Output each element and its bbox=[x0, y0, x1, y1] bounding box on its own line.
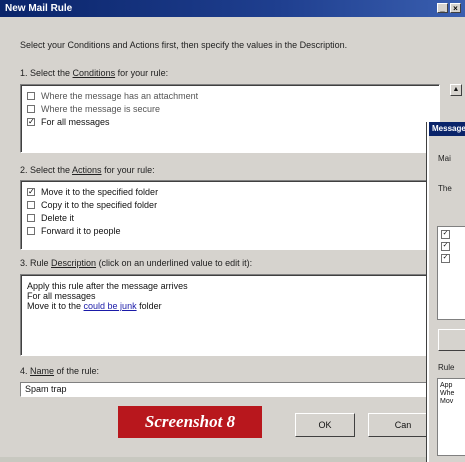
condition-checkbox[interactable] bbox=[27, 91, 35, 100]
folder-link[interactable]: could be junk bbox=[84, 301, 137, 311]
description-line: For all messages bbox=[27, 291, 96, 301]
message-rules-window: Message Mai The ✓ ✓ ✓ Rule App Whe Mov bbox=[427, 122, 465, 462]
new-mail-rule-window: New Mail Rule _ × Select your Conditions… bbox=[0, 0, 465, 457]
action-item-delete[interactable]: Delete it bbox=[21, 211, 439, 224]
action-item-copy[interactable]: Copy it to the specified folder bbox=[21, 198, 439, 211]
second-window-text: The bbox=[438, 184, 452, 193]
second-window-description: App Whe Mov bbox=[437, 378, 465, 456]
condition-checkbox-checked[interactable]: ✓ bbox=[27, 117, 35, 126]
second-window-rule-label: Rule bbox=[438, 363, 455, 372]
window-title: New Mail Rule bbox=[5, 3, 73, 14]
rule-description-box: Apply this rule after the message arrive… bbox=[20, 274, 440, 356]
conditions-list[interactable]: Where the message has an attachment Wher… bbox=[20, 84, 440, 153]
rule-checkbox-checked[interactable]: ✓ bbox=[441, 230, 450, 239]
rule-name-input[interactable]: Spam trap bbox=[20, 382, 440, 397]
description-line: Apply this rule after the message arrive… bbox=[27, 281, 188, 291]
condition-item-all-messages[interactable]: ✓ For all messages bbox=[21, 115, 439, 128]
minimize-button[interactable]: _ bbox=[437, 3, 448, 13]
condition-item-secure[interactable]: Where the message is secure bbox=[21, 102, 439, 115]
title-bar: New Mail Rule _ × bbox=[0, 0, 465, 17]
action-checkbox[interactable] bbox=[27, 200, 35, 209]
action-item-forward[interactable]: Forward it to people bbox=[21, 224, 439, 237]
second-window-text: Mai bbox=[438, 154, 451, 163]
second-window-title: Message bbox=[429, 122, 465, 136]
condition-checkbox[interactable] bbox=[27, 104, 35, 113]
second-window-rule-list[interactable]: ✓ ✓ ✓ bbox=[437, 226, 465, 320]
action-checkbox[interactable] bbox=[27, 226, 35, 235]
description-label: 3. Rule Description (click on an underli… bbox=[20, 258, 253, 268]
close-button[interactable]: × bbox=[450, 3, 461, 13]
action-checkbox[interactable] bbox=[27, 213, 35, 222]
condition-item-attachment[interactable]: Where the message has an attachment bbox=[21, 89, 439, 102]
second-window-button[interactable] bbox=[438, 329, 465, 351]
rule-name-label: 4. Name of the rule: bbox=[20, 366, 100, 376]
screenshot-badge: Screenshot 8 bbox=[118, 406, 262, 438]
rule-checkbox-checked[interactable]: ✓ bbox=[441, 254, 450, 263]
description-line: Move it to the could be junk folder bbox=[27, 301, 162, 311]
conditions-label: 1. Select the Conditions for your rule: bbox=[20, 68, 169, 78]
action-checkbox-checked[interactable]: ✓ bbox=[27, 187, 35, 196]
rule-checkbox-checked[interactable]: ✓ bbox=[441, 242, 450, 251]
action-item-move[interactable]: ✓ Move it to the specified folder bbox=[21, 185, 439, 198]
intro-text: Select your Conditions and Actions first… bbox=[20, 40, 348, 50]
ok-button[interactable]: OK bbox=[295, 413, 355, 437]
actions-list[interactable]: ✓ Move it to the specified folder Copy i… bbox=[20, 180, 440, 250]
actions-label: 2. Select the Actions for your rule: bbox=[20, 165, 155, 175]
scroll-up-icon[interactable]: ▲ bbox=[450, 84, 462, 96]
